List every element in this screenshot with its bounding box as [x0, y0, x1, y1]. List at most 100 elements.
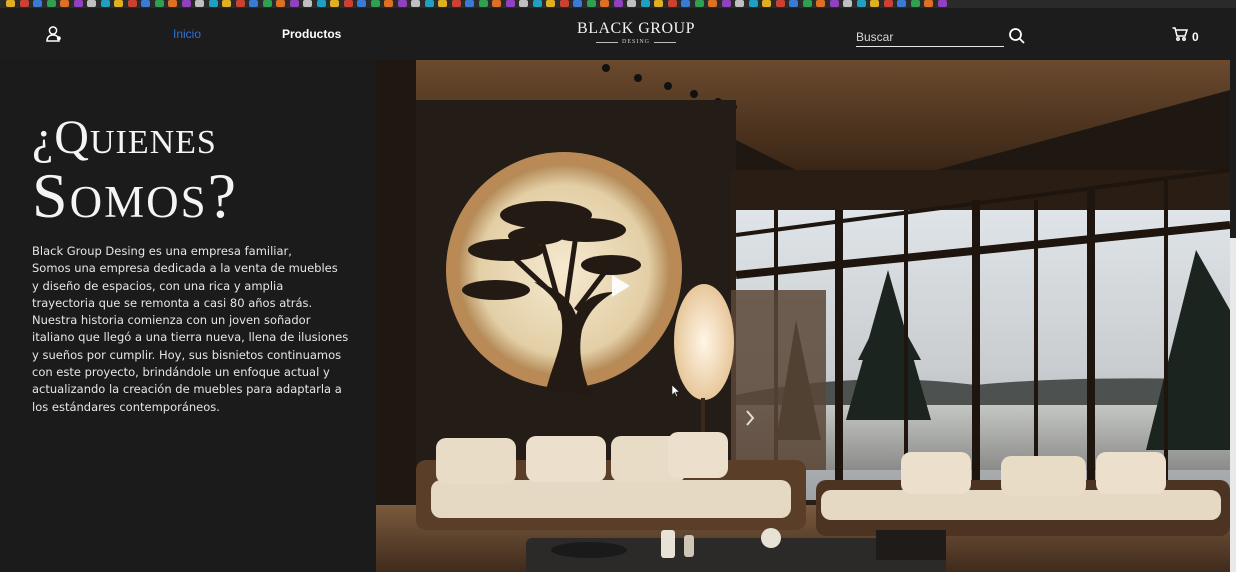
bookmark-favicon[interactable] — [613, 0, 623, 7]
bookmark-favicon[interactable] — [424, 0, 434, 7]
bookmark-favicon[interactable] — [681, 0, 690, 7]
bookmark-favicon[interactable] — [154, 0, 164, 7]
about-line: los estándares contemporáneos. — [32, 399, 220, 414]
cart-button[interactable]: 0 — [1172, 27, 1199, 46]
bookmark-favicon[interactable] — [384, 0, 393, 7]
bookmark-favicon[interactable] — [330, 0, 339, 7]
bookmark-favicon[interactable] — [276, 0, 285, 7]
scrollbar-thumb[interactable] — [1230, 60, 1236, 238]
bookmark-favicon[interactable] — [667, 0, 677, 7]
about-line: Black Group Desing es una empresa famili… — [32, 244, 292, 258]
about-description: Black Group Desing es una empresa famili… — [32, 243, 350, 416]
bookmark-favicon[interactable] — [478, 0, 488, 7]
about-line: y diseño de espacios, con una rica y amp… — [32, 278, 284, 293]
cart-icon — [1172, 27, 1189, 46]
about-line: italiano que llegó a una tierra nueva, l… — [32, 330, 349, 345]
living-room-image — [376, 60, 1230, 572]
bookmark-favicon[interactable] — [316, 0, 326, 7]
bookmark-favicon[interactable] — [843, 0, 852, 7]
bookmark-favicon[interactable] — [937, 0, 947, 7]
bookmarks-bar — [0, 0, 1236, 8]
bookmark-favicon[interactable] — [343, 0, 353, 7]
play-icon[interactable] — [598, 266, 638, 306]
bookmark-favicon[interactable] — [856, 0, 866, 7]
bookmark-favicon[interactable] — [775, 0, 785, 7]
bookmark-favicon[interactable] — [262, 0, 272, 7]
bookmark-favicon[interactable] — [870, 0, 879, 7]
bookmark-favicon[interactable] — [114, 0, 123, 7]
bookmark-favicon[interactable] — [6, 0, 15, 7]
bookmark-favicon[interactable] — [910, 0, 920, 7]
search-icon[interactable] — [1008, 27, 1026, 45]
bookmark-favicon[interactable] — [802, 0, 812, 7]
bookmark-favicon[interactable] — [73, 0, 83, 7]
search-input[interactable] — [856, 27, 1004, 47]
nav-link-inicio[interactable]: Inicio — [173, 27, 201, 41]
bookmark-favicon[interactable] — [465, 0, 474, 7]
bookmark-favicon[interactable] — [195, 0, 204, 7]
brand-title: BLACK GROUP — [577, 20, 695, 37]
site-header: Inicio Productos BLACK GROUP DESING 0 — [0, 8, 1236, 60]
bookmark-favicon[interactable] — [100, 0, 110, 7]
about-line: Somos una empresa dedicada a la venta de… — [32, 261, 338, 276]
about-line: y sueños por cumplir. Hoy, sus bisnietos… — [32, 347, 342, 362]
bookmark-favicon[interactable] — [438, 0, 447, 7]
chevron-right-icon[interactable] — [744, 408, 756, 428]
bookmark-favicon[interactable] — [181, 0, 191, 7]
about-title-line1: ¿Quienes — [32, 111, 217, 164]
bookmark-favicon[interactable] — [303, 0, 312, 7]
bookmark-favicon[interactable] — [897, 0, 906, 7]
bookmark-favicon[interactable] — [505, 0, 515, 7]
bookmark-favicon[interactable] — [289, 0, 299, 7]
bookmark-favicon[interactable] — [559, 0, 569, 7]
user-icon[interactable] — [44, 24, 64, 44]
brand-logo[interactable]: BLACK GROUP DESING — [560, 20, 712, 45]
bookmark-favicon[interactable] — [451, 0, 461, 7]
bookmark-favicon[interactable] — [721, 0, 731, 7]
bookmark-favicon[interactable] — [19, 0, 29, 7]
bookmark-favicon[interactable] — [492, 0, 501, 7]
bookmark-favicon[interactable] — [829, 0, 839, 7]
bookmark-favicon[interactable] — [235, 0, 245, 7]
bookmark-favicon[interactable] — [127, 0, 137, 7]
bookmark-favicon[interactable] — [208, 0, 218, 7]
bookmark-favicon[interactable] — [600, 0, 609, 7]
bookmark-favicon[interactable] — [748, 0, 758, 7]
bookmark-favicon[interactable] — [586, 0, 596, 7]
bookmark-favicon[interactable] — [60, 0, 69, 7]
bookmark-favicon[interactable] — [924, 0, 933, 7]
hero-video[interactable] — [376, 60, 1230, 572]
bookmark-favicon[interactable] — [33, 0, 42, 7]
bookmark-favicon[interactable] — [141, 0, 150, 7]
bookmark-favicon[interactable] — [735, 0, 744, 7]
bookmark-favicon[interactable] — [708, 0, 717, 7]
bookmark-favicon[interactable] — [46, 0, 56, 7]
bookmark-favicon[interactable] — [627, 0, 636, 7]
bookmark-favicon[interactable] — [694, 0, 704, 7]
bookmark-favicon[interactable] — [532, 0, 542, 7]
bookmark-favicon[interactable] — [222, 0, 231, 7]
bookmark-favicon[interactable] — [411, 0, 420, 7]
bookmark-favicon[interactable] — [640, 0, 650, 7]
nav-link-productos[interactable]: Productos — [282, 27, 341, 41]
bookmark-favicon[interactable] — [168, 0, 177, 7]
bookmark-favicon[interactable] — [654, 0, 663, 7]
bookmark-favicon[interactable] — [519, 0, 528, 7]
about-line: Nuestra historia comienza con un joven s… — [32, 313, 311, 328]
about-section: ¿Quienes Somos? Black Group Desing es un… — [0, 60, 376, 572]
bookmark-favicon[interactable] — [573, 0, 582, 7]
bookmark-favicon[interactable] — [762, 0, 771, 7]
bookmark-favicon[interactable] — [370, 0, 380, 7]
brand-subtitle: DESING — [560, 39, 712, 45]
bookmark-favicon[interactable] — [883, 0, 893, 7]
cart-count: 0 — [1192, 29, 1199, 44]
bookmark-favicon[interactable] — [789, 0, 798, 7]
bookmark-favicon[interactable] — [397, 0, 407, 7]
bookmark-favicon[interactable] — [546, 0, 555, 7]
bookmark-favicon[interactable] — [87, 0, 96, 7]
about-line: trayectoria que se remonta a casi 80 año… — [32, 295, 313, 310]
about-line: actualizando la creación de muebles para… — [32, 382, 342, 397]
bookmark-favicon[interactable] — [816, 0, 825, 7]
bookmark-favicon[interactable] — [249, 0, 258, 7]
bookmark-favicon[interactable] — [357, 0, 366, 7]
